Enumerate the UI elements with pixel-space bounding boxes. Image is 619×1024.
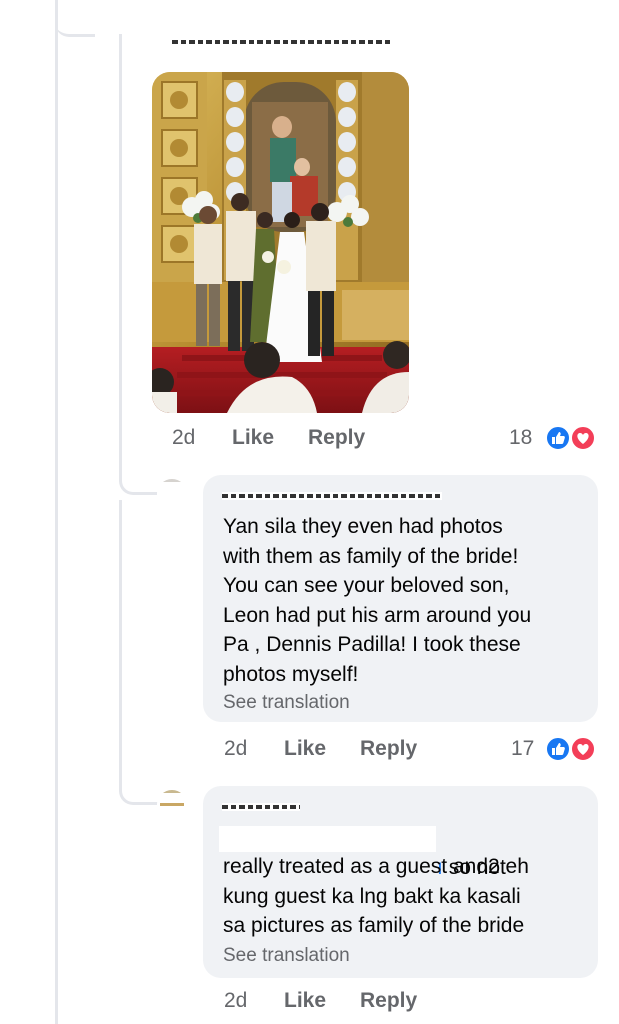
love-icon[interactable] xyxy=(570,736,596,762)
avatar-image xyxy=(157,479,187,509)
avatar-image xyxy=(157,790,187,820)
thread-elbow-reply-2 xyxy=(119,500,160,805)
comment-photo[interactable] xyxy=(152,72,409,413)
reaction-count[interactable]: 18 xyxy=(509,426,532,450)
reply-button[interactable]: Reply xyxy=(360,737,417,761)
comment-time: 2d xyxy=(224,737,248,760)
avatar[interactable] xyxy=(157,479,187,509)
thread-line-outer xyxy=(55,0,58,1024)
like-icon[interactable] xyxy=(545,736,571,762)
like-icon[interactable] xyxy=(545,425,571,451)
reply-button[interactable]: Reply xyxy=(360,989,417,1013)
comment-author-redacted xyxy=(172,38,390,46)
avatar[interactable] xyxy=(157,790,187,820)
comment-time: 2d xyxy=(172,426,196,449)
love-icon[interactable] xyxy=(570,425,596,451)
thread-elbow-top xyxy=(55,0,95,37)
thread-line-inner xyxy=(119,34,122,464)
like-button[interactable]: Like xyxy=(284,737,326,761)
redacted-text-box xyxy=(219,826,436,852)
like-button[interactable]: Like xyxy=(284,989,326,1013)
like-button[interactable]: Like xyxy=(232,426,274,450)
reaction-count[interactable]: 17 xyxy=(511,737,534,761)
see-translation-link[interactable]: See translation xyxy=(223,945,350,967)
reply-button[interactable]: Reply xyxy=(308,426,365,450)
see-translation-link[interactable]: See translation xyxy=(223,692,350,714)
comment-author-redacted xyxy=(222,492,442,500)
wedding-photo-image xyxy=(152,72,409,413)
comment-text: really treated as a guest and2 eh kung g… xyxy=(223,855,529,937)
comment-time: 2d xyxy=(224,989,248,1012)
thread-elbow-reply-1 xyxy=(119,440,160,495)
comment-text: Yan sila they even had photos with them … xyxy=(223,515,532,686)
comment-author-redacted xyxy=(222,803,300,811)
